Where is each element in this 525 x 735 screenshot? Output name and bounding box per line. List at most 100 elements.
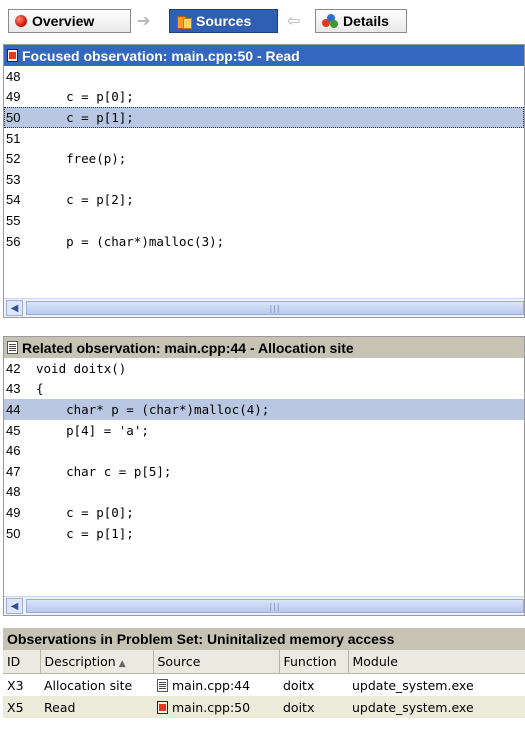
cell-id: X5	[3, 696, 40, 718]
table-header-row: ID Description ▲ Source Function Module	[3, 650, 525, 674]
cell-id: X3	[7, 677, 24, 693]
cell-description: Read	[40, 696, 153, 718]
scroll-left-button[interactable]: ◀	[6, 598, 23, 614]
navigation-bar: Overview ➔ Sources ⇦ Details	[0, 0, 525, 42]
overview-button[interactable]: Overview	[8, 9, 131, 33]
column-header-source[interactable]: Source	[153, 650, 280, 674]
code-text: char* p = (char*)malloc(4);	[36, 401, 270, 417]
code-text: {	[36, 381, 44, 397]
sources-icon	[176, 14, 192, 29]
related-observation-pane: Related observation: main.cpp:44 - Alloc…	[3, 336, 525, 616]
code-line[interactable]: 44 char* p = (char*)malloc(4);	[4, 399, 524, 420]
details-label: Details	[343, 13, 389, 29]
code-line[interactable]: 42 void doitx()	[4, 358, 524, 379]
gray-doc-icon	[157, 678, 168, 692]
code-line[interactable]: 48	[4, 482, 524, 503]
scrollbar-thumb[interactable]: |||	[26, 599, 524, 613]
code-line[interactable]: 46	[4, 440, 524, 461]
focused-horizontal-scrollbar[interactable]: ◀ |||	[4, 298, 524, 317]
line-number: 42	[6, 360, 21, 376]
line-number: 49	[6, 89, 21, 105]
observations-title: Observations in Problem Set: Uninitalize…	[3, 628, 525, 650]
code-text: p[4] = 'a';	[36, 422, 149, 438]
related-code-view[interactable]: 42 void doitx() 43 {44 char* p = (char*)mal…	[4, 358, 524, 595]
code-line[interactable]: 53	[4, 169, 524, 190]
line-number: 48	[6, 68, 21, 84]
line-number: 53	[6, 171, 21, 187]
cell-function: doitx	[283, 677, 315, 693]
cell-description: Allocation site	[44, 677, 133, 693]
code-text: free(p);	[36, 151, 127, 167]
code-line[interactable]: 55	[4, 210, 524, 231]
sources-label: Sources	[196, 13, 252, 29]
line-number: 47	[6, 463, 21, 479]
red-dot-icon	[15, 15, 27, 27]
column-header-module[interactable]: Module	[348, 650, 525, 674]
focused-pane-title: Focused observation: main.cpp:50 - Read	[22, 47, 300, 64]
scroll-left-button[interactable]: ◀	[6, 300, 23, 316]
cell-module: update_system.exe	[348, 696, 525, 718]
line-number: 45	[6, 422, 21, 438]
code-line[interactable]: 45 p[4] = 'a';	[4, 420, 524, 441]
red-doc-icon	[157, 700, 168, 714]
observations-table: ID Description ▲ Source Function Module X…	[3, 650, 525, 718]
line-number: 44	[6, 401, 21, 417]
observations-panel: Observations in Problem Set: Uninitalize…	[3, 628, 525, 735]
cell-source: main.cpp:50	[172, 699, 251, 715]
details-icon	[322, 14, 338, 28]
overview-label: Overview	[32, 13, 95, 29]
code-line[interactable]: 56 p = (char*)malloc(3);	[4, 231, 524, 252]
line-number: 48	[6, 484, 21, 500]
line-number: 51	[6, 130, 21, 146]
sources-button[interactable]: Sources	[169, 9, 278, 33]
line-number: 43	[6, 381, 21, 397]
code-line[interactable]: 49 c = p[0];	[4, 87, 524, 108]
code-line[interactable]: 50 c = p[1];	[4, 107, 524, 128]
line-number: 49	[6, 504, 21, 520]
code-line[interactable]: 50 c = p[1];	[4, 523, 524, 544]
code-line[interactable]: 43 {	[4, 379, 524, 400]
related-horizontal-scrollbar[interactable]: ◀ |||	[4, 596, 524, 615]
scrollbar-thumb[interactable]: |||	[26, 301, 524, 315]
code-text: c = p[0];	[36, 504, 134, 520]
code-line[interactable]: 49 c = p[0];	[4, 502, 524, 523]
code-text: char c = p[5];	[36, 463, 172, 479]
related-pane-title: Related observation: main.cpp:44 - Alloc…	[22, 339, 354, 356]
code-text: c = p[1];	[36, 109, 134, 125]
code-text: c = p[1];	[36, 525, 134, 541]
line-number: 50	[6, 109, 21, 125]
red-doc-icon	[7, 49, 18, 62]
line-number: 54	[6, 192, 21, 208]
column-header-function[interactable]: Function	[279, 650, 349, 674]
code-text: c = p[0];	[36, 89, 134, 105]
code-line[interactable]: 52 free(p);	[4, 148, 524, 169]
table-row[interactable]: X3 Allocation site main.cpp:44 doitx upd…	[3, 674, 525, 697]
focused-pane-header: Focused observation: main.cpp:50 - Read	[4, 45, 524, 66]
table-row[interactable]: X5 Read main.cpp:50 doitx update_system.…	[3, 696, 525, 718]
line-number: 52	[6, 151, 21, 167]
arrow-left-icon: ⇦	[287, 11, 301, 30]
sort-ascending-icon: ▲	[118, 659, 126, 669]
code-text: c = p[2];	[36, 192, 134, 208]
cell-source: main.cpp:44	[172, 677, 251, 693]
arrow-right-icon: ➔	[137, 11, 151, 30]
line-number: 50	[6, 525, 21, 541]
focused-code-view[interactable]: 48 49 c = p[0]; 50 c = p[1]; 51 52 free(p); 5…	[4, 66, 524, 297]
code-text: void doitx()	[36, 360, 127, 376]
code-line[interactable]: 47 char c = p[5];	[4, 461, 524, 482]
cell-module: update_system.exe	[352, 677, 474, 693]
code-text: p = (char*)malloc(3);	[36, 233, 225, 249]
gray-doc-icon	[7, 341, 18, 354]
details-button[interactable]: Details	[315, 9, 407, 33]
code-line[interactable]: 48	[4, 66, 524, 87]
focused-observation-pane: Focused observation: main.cpp:50 - Read …	[3, 44, 525, 318]
column-header-description[interactable]: Description ▲	[40, 650, 154, 674]
code-line[interactable]: 54 c = p[2];	[4, 190, 524, 211]
line-number: 56	[6, 233, 21, 249]
line-number: 55	[6, 212, 21, 228]
line-number: 46	[6, 443, 21, 459]
code-line[interactable]: 51	[4, 128, 524, 149]
related-pane-header: Related observation: main.cpp:44 - Alloc…	[4, 337, 524, 358]
cell-function: doitx	[279, 696, 348, 718]
column-header-id[interactable]: ID	[3, 650, 41, 674]
